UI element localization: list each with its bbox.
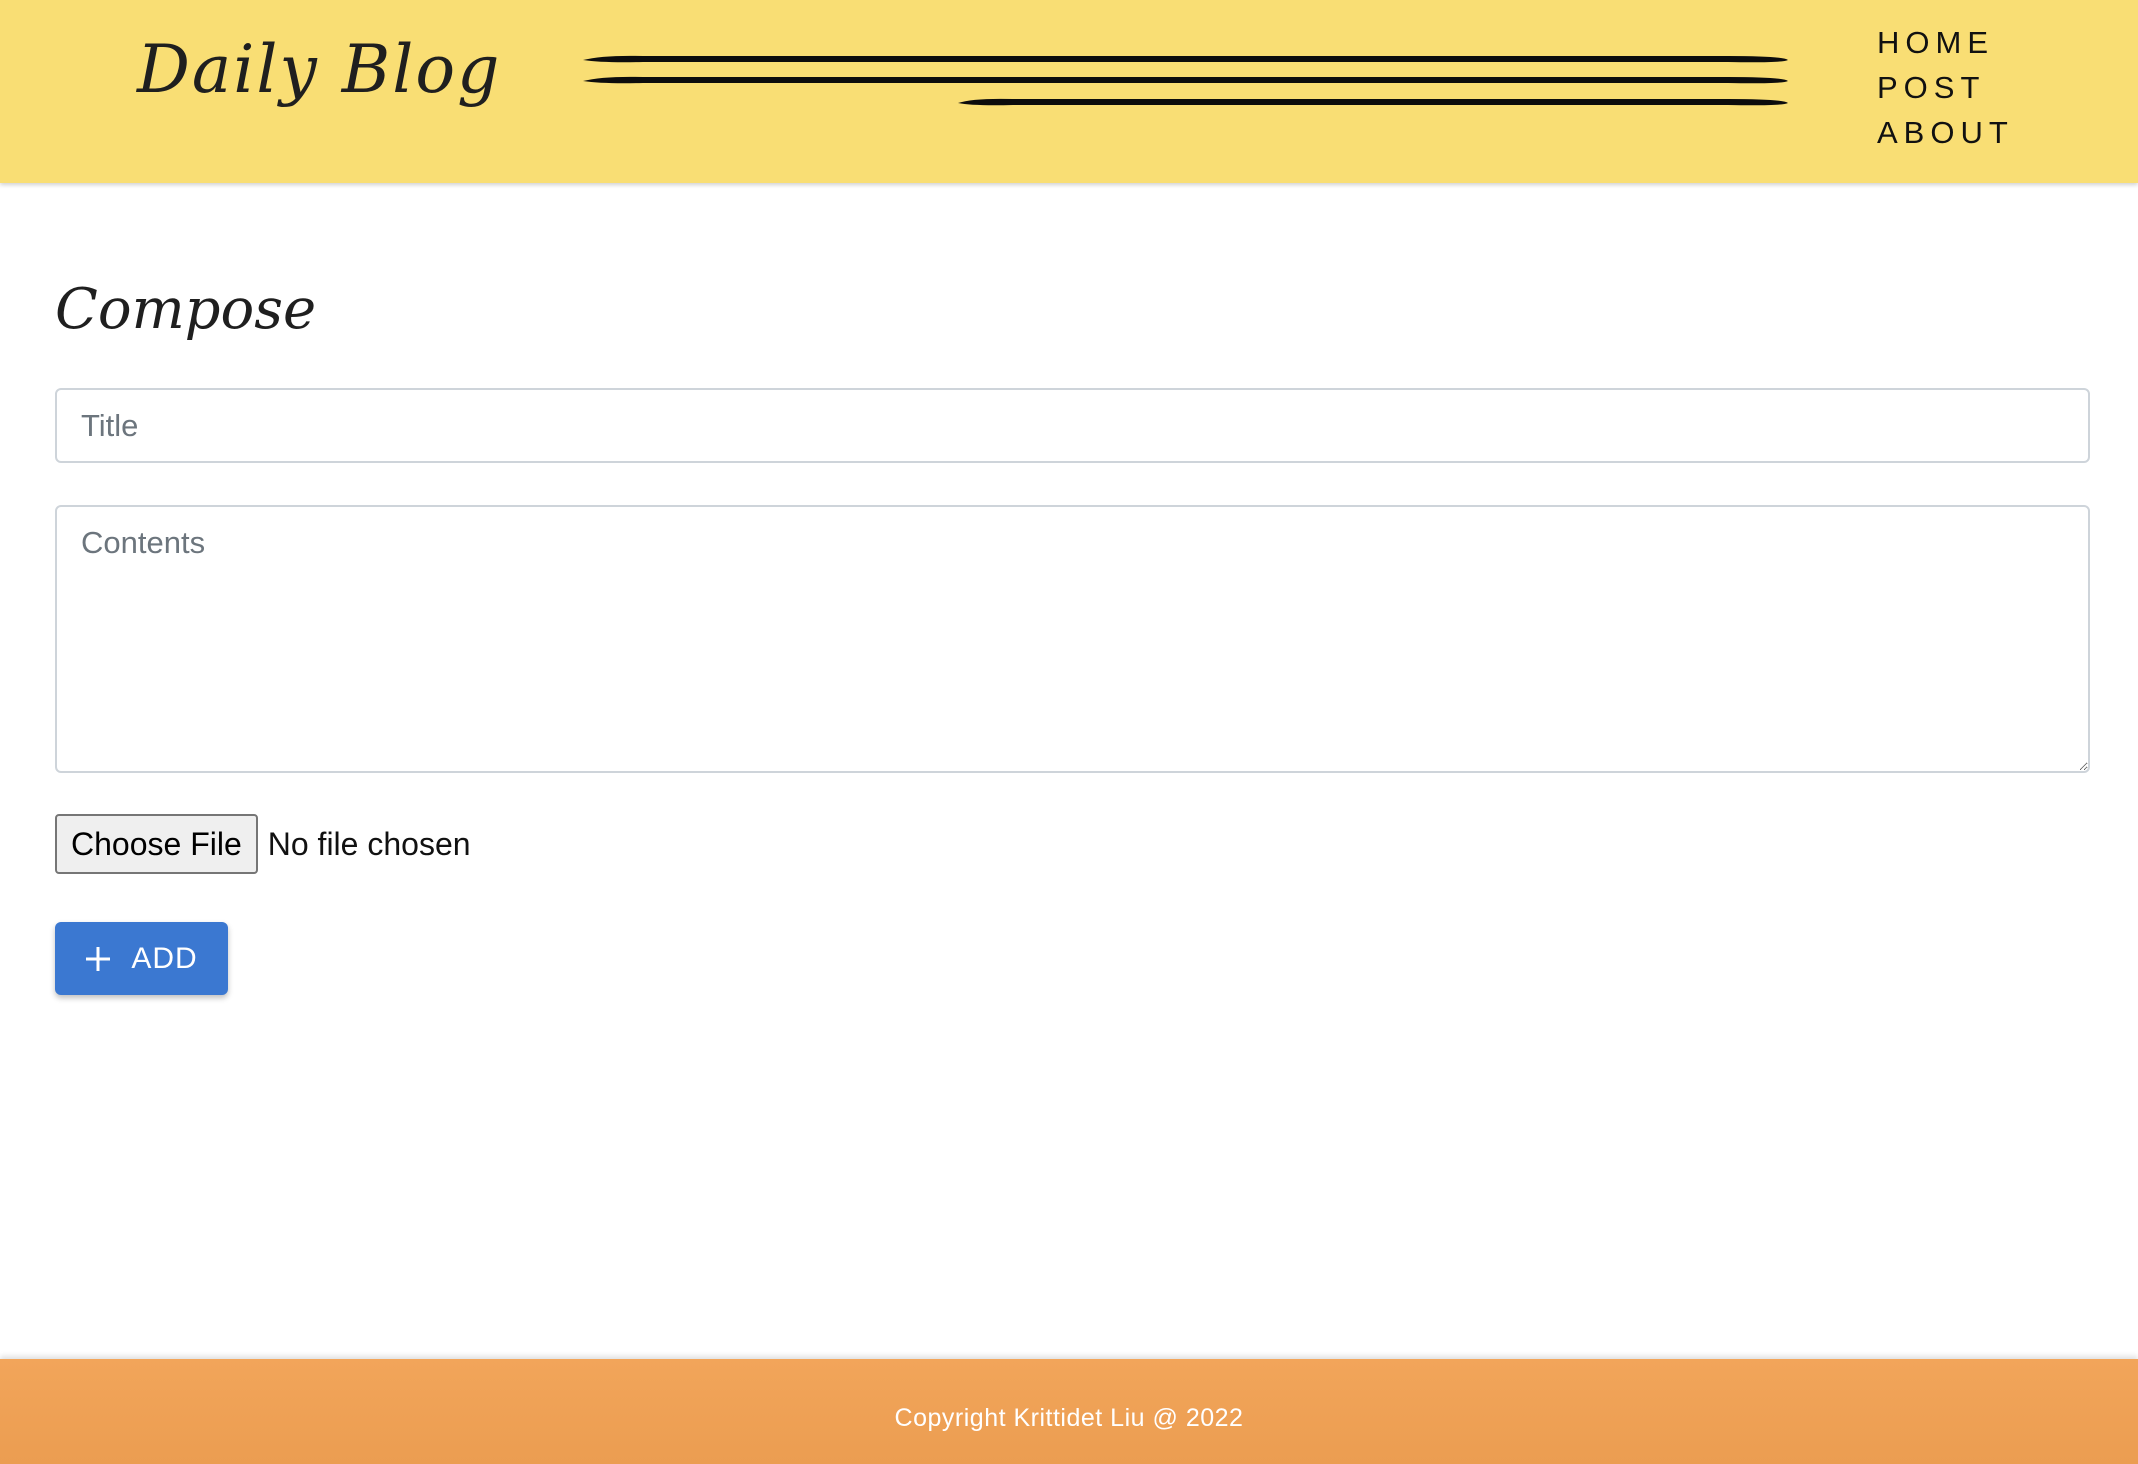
add-button[interactable]: ADD — [55, 922, 228, 995]
copyright-text: Copyright Krittidet Liu @ 2022 — [894, 1404, 1244, 1432]
nav-post-link[interactable]: POST — [1877, 65, 2014, 110]
brush-line-middle — [583, 76, 1788, 84]
site-header: Daily Blog HOME POST ABOUT — [0, 0, 2138, 183]
nav-about-link[interactable]: ABOUT — [1877, 110, 2014, 155]
file-upload-field: Choose File No file chosen — [55, 814, 471, 874]
title-input[interactable] — [55, 388, 2090, 463]
site-footer: Copyright Krittidet Liu @ 2022 — [0, 1359, 2138, 1464]
decorative-brush-lines — [583, 55, 1788, 106]
contents-textarea[interactable] — [55, 505, 2090, 773]
site-logo[interactable]: Daily Blog — [137, 20, 501, 120]
file-status-text: No file chosen — [267, 825, 471, 862]
add-button-label: ADD — [131, 941, 198, 975]
plus-icon — [86, 946, 111, 971]
brush-line-bottom — [958, 98, 1788, 106]
page-title: Compose — [55, 277, 317, 342]
nav-home-link[interactable]: HOME — [1877, 20, 2014, 65]
choose-file-button[interactable]: Choose File — [55, 814, 258, 874]
main-nav: HOME POST ABOUT — [1877, 20, 2014, 155]
brush-line-top — [583, 55, 1788, 63]
